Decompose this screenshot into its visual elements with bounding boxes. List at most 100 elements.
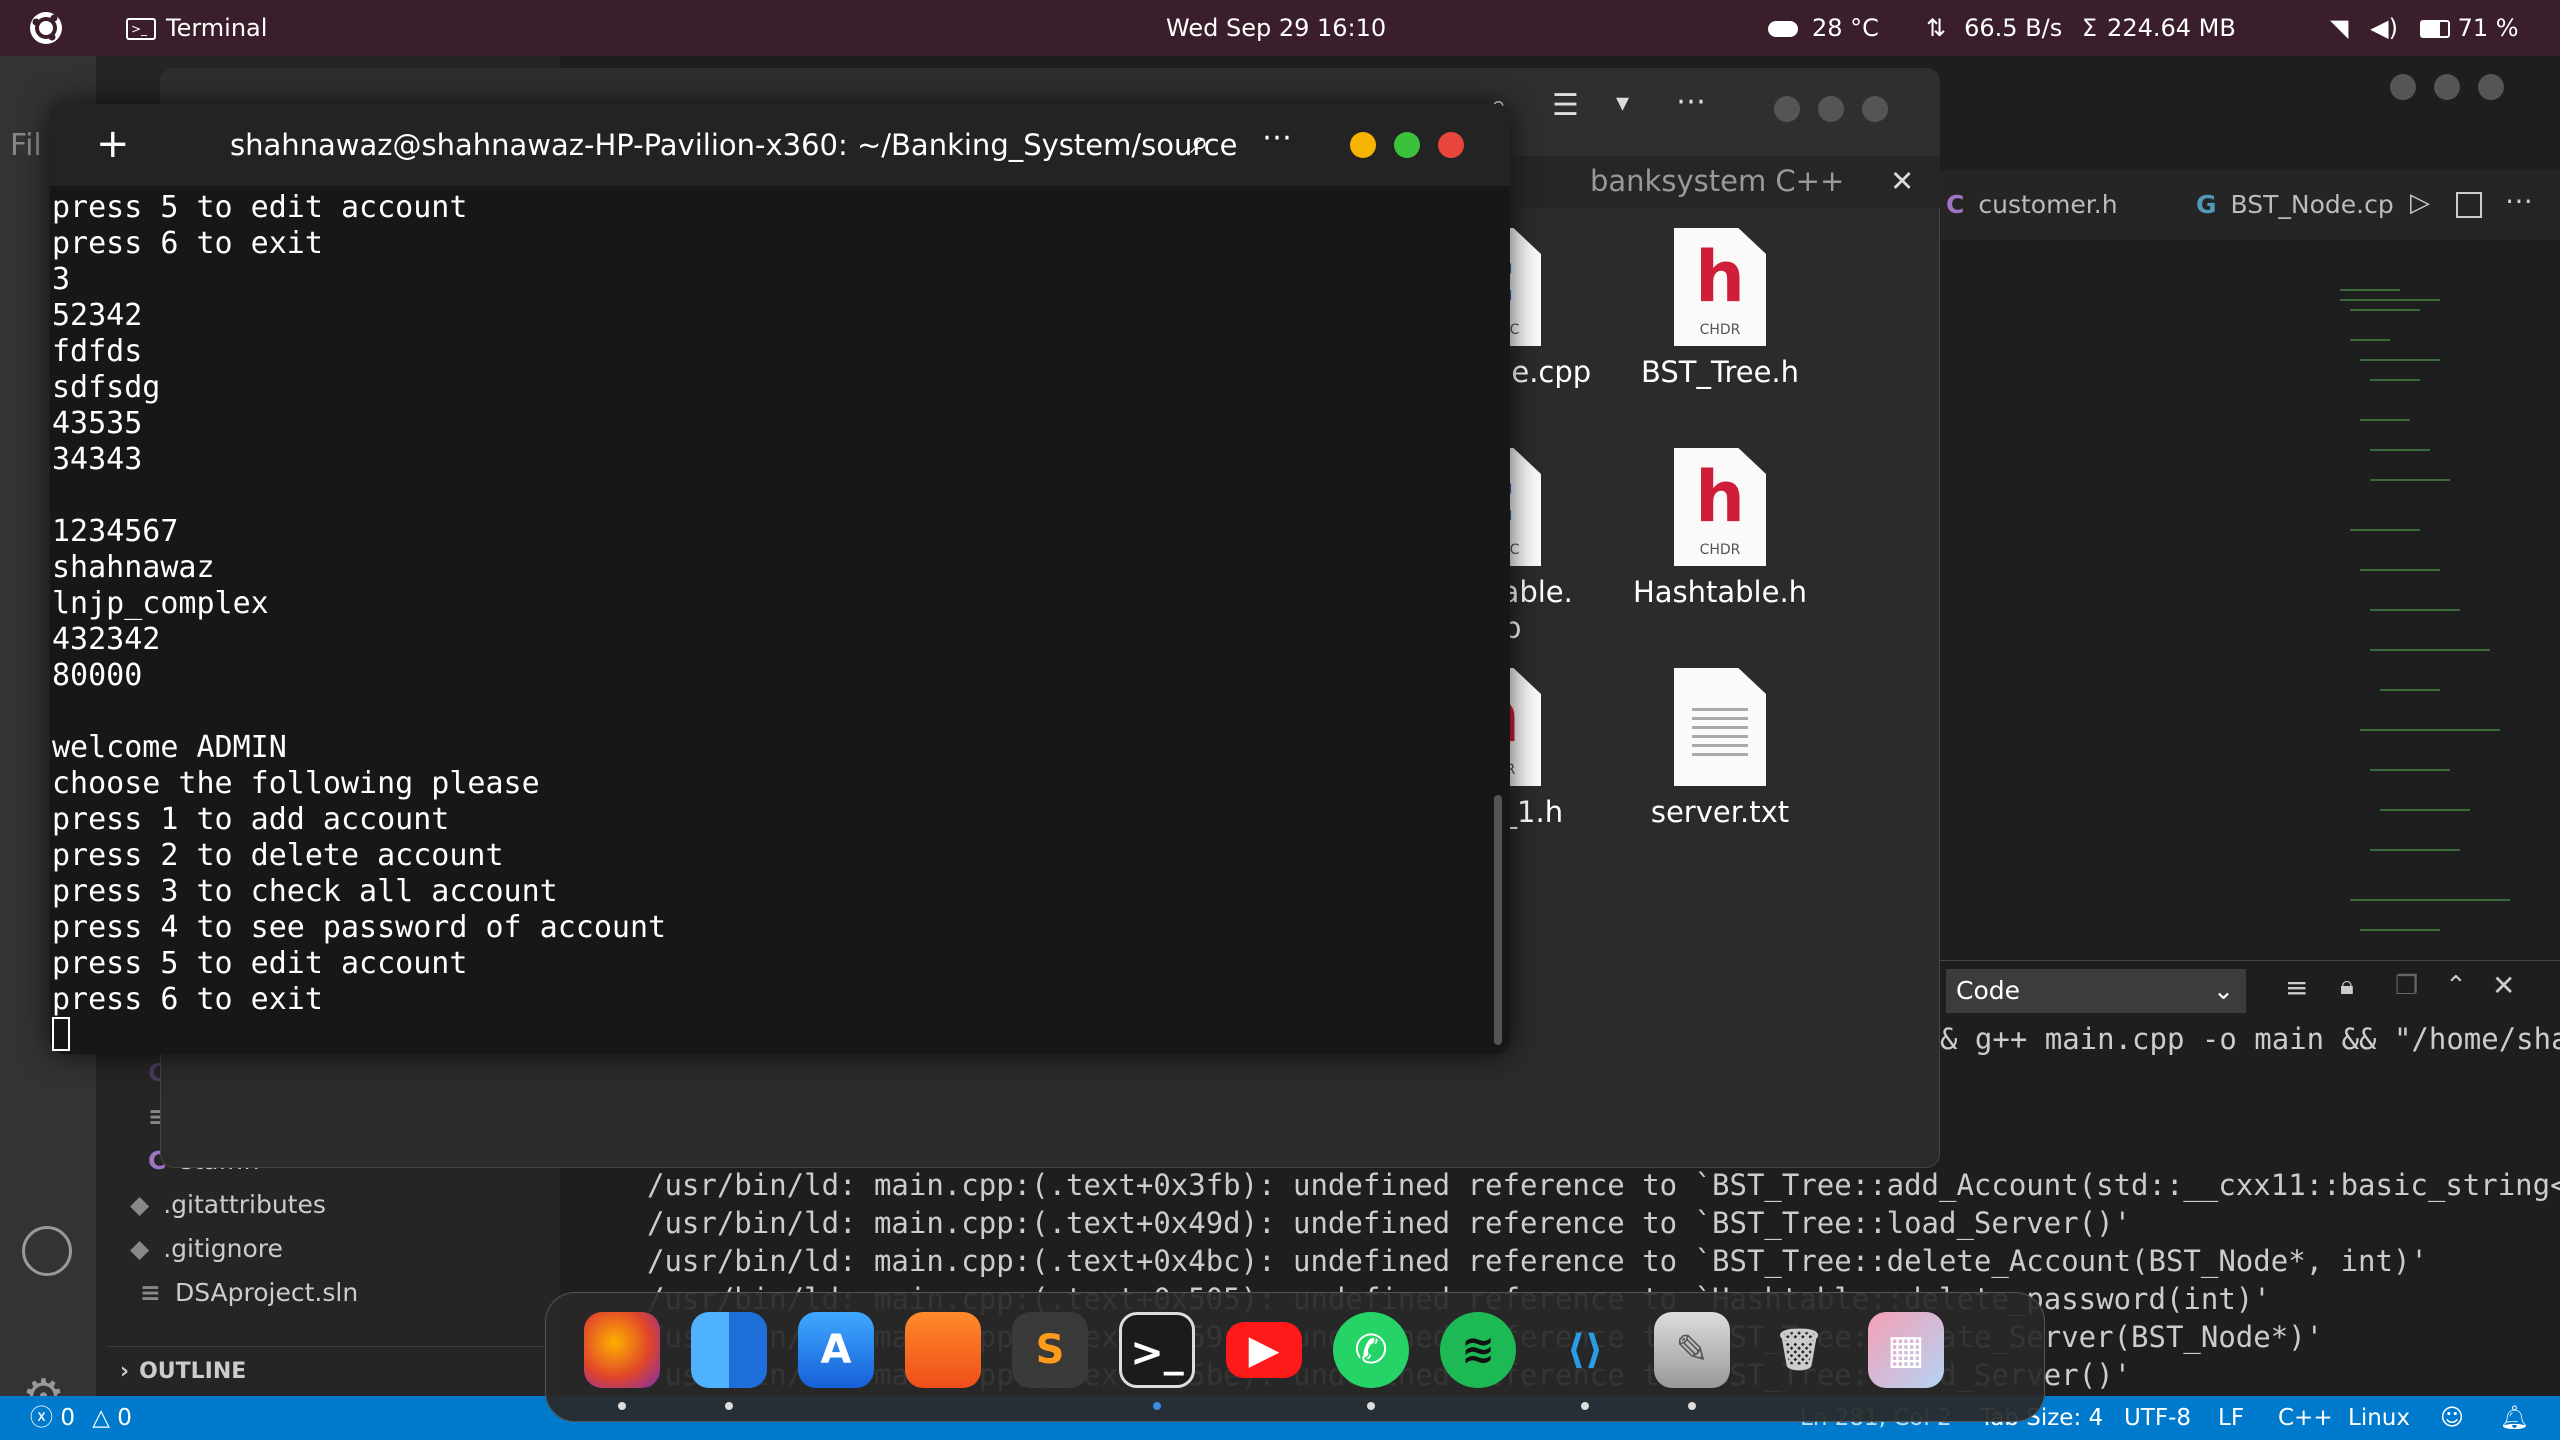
new-tab-plus-icon[interactable]: + [96,122,130,166]
app-store-icon[interactable]: A [798,1312,874,1388]
outline-label: OUTLINE [139,1359,247,1384]
more-actions-icon[interactable]: ⋯ [2505,184,2533,217]
terminal-cursor [52,1017,70,1051]
terminal-output[interactable]: press 5 to edit account press 6 to exit 3 5… [52,190,1492,1050]
terminal-line: shahnawaz [52,550,215,585]
terminal-line: press 1 to add account [52,802,450,837]
file-glyph: h [1695,236,1745,318]
tab-label: customer.h [1978,190,2118,219]
explorer-item[interactable]: ◆ .gitignore [130,1234,283,1263]
vscode-icon[interactable]: ⟨⟩ [1547,1312,1623,1388]
trash-icon[interactable]: 🗑︎ [1761,1312,1837,1388]
running-indicator [1367,1402,1375,1410]
brave-icon[interactable] [905,1312,981,1388]
file-item[interactable]: h CHDR Hashtable.h [1620,448,1820,610]
terminal-select[interactable]: Code ⌄ [1946,969,2246,1013]
file-type-label: CHDR [1699,322,1741,338]
terminal-icon[interactable]: >_ [1119,1312,1195,1388]
list-view-icon[interactable]: ☰ [1552,88,1579,123]
terminal-scrollbar[interactable] [1494,795,1502,1045]
file-menu[interactable]: Fil [10,128,42,163]
feedback-icon[interactable]: ☺ [2440,1396,2464,1440]
platform[interactable]: Linux [2348,1396,2410,1440]
activities-icon[interactable] [26,0,66,56]
sublime-text-icon[interactable]: S [1012,1312,1088,1388]
weather-indicator[interactable]: 28 °C [1768,0,1879,56]
terminal-line: press 4 to see password of account [52,910,667,945]
explorer-item[interactable]: ≡ DSAproject.sln [140,1278,358,1307]
terminal-line: sdfsdg [52,370,161,405]
terminal-line: press 5 to edit account [52,190,468,225]
terminal-line: press 2 to delete account [52,838,504,873]
clear-terminal-icon[interactable]: ≡ [2285,971,2308,1004]
lock-icon[interactable]: 🔒︎ [2340,971,2354,1002]
clock[interactable]: Wed Sep 29 16:10 [1166,0,1386,56]
vscode-minimize-button[interactable] [2390,74,2416,100]
spotify-icon[interactable]: ≋ [1440,1312,1516,1388]
file-item[interactable]: h CHDR BST_Tree.h [1620,228,1820,390]
explorer-item[interactable]: ◆ .gitattributes [130,1190,326,1219]
tab-customer-h[interactable]: Ccustomer.h [1946,170,2118,240]
net-speed: 66.5 B/s [1964,14,2063,42]
file-type-label: CHDR [1699,542,1741,558]
system-menu[interactable]: ◥ ◀) 71 % [2330,0,2519,56]
whatsapp-icon[interactable]: ✆ [1333,1312,1409,1388]
vscode-panel-header: Code ⌄ ≡ 🔒︎ ❐ ⌃ ✕ [1940,960,2560,1020]
split-editor-icon[interactable] [2456,192,2482,218]
maximize-button[interactable] [1818,96,1844,122]
youtube-icon[interactable]: ▶ [1226,1322,1302,1378]
app-menu[interactable]: >_ Terminal [126,0,267,56]
finder-icon[interactable] [691,1312,767,1388]
running-indicator [1153,1402,1161,1410]
terminal-line: 1234567 [52,514,179,549]
header-file-icon: h CHDR [1674,448,1766,566]
vscode-close-button[interactable] [2478,74,2504,100]
tab-label: BST_Node.cp [2230,190,2394,219]
close-button[interactable] [1862,96,1888,122]
running-indicator [1581,1402,1589,1410]
app-grid-icon[interactable]: ▦ [1868,1312,1944,1388]
terminal-close-button[interactable] [1438,132,1464,158]
view-options-icon[interactable]: ▾ [1616,88,1629,118]
terminal-line: press 6 to exit [52,226,323,261]
encoding[interactable]: UTF-8 [2124,1396,2191,1440]
terminal-line: lnjp_complex [52,586,269,621]
close-panel-icon[interactable]: ✕ [2492,969,2515,1002]
chevron-up-icon[interactable]: ⌃ [2445,971,2467,1001]
minimize-button[interactable] [1774,96,1800,122]
text-editor-icon[interactable]: ✎ [1654,1312,1730,1388]
running-indicator [1688,1402,1696,1410]
file-manager-tab[interactable]: banksystem C++ ✕ [1520,156,1940,208]
c-lang-icon: C [1946,190,1965,219]
more-icon[interactable]: ⋯ [1676,84,1706,119]
wifi-icon: ◥ [2330,14,2349,42]
battery-icon [2419,20,2450,38]
terminal-minimize-button[interactable] [1350,132,1376,158]
cpp-lang-icon: G [2196,190,2217,219]
file-item[interactable]: server.txt [1620,668,1820,830]
terminal-line: 43535 [52,406,143,441]
language-mode[interactable]: C++ [2278,1396,2333,1440]
vscode-maximize-button[interactable] [2434,74,2460,100]
firefox-icon[interactable] [584,1312,660,1388]
sigma-icon: Σ [2081,14,2098,42]
volume-icon: ◀) [2370,14,2398,42]
problems-indicator[interactable]: ⓧ 0 △ 0 [30,1396,132,1440]
line-ending[interactable]: LF [2218,1396,2244,1440]
menu-dots-icon[interactable]: ⋯ [1262,120,1292,155]
terminal-maximize-button[interactable] [1394,132,1420,158]
notifications-bell-icon[interactable]: 🔔︎ [2500,1396,2529,1440]
minimap[interactable] [2330,280,2540,960]
top-bar: >_ Terminal Wed Sep 29 16:10 28 °C ⇅ 66.5 … [0,0,2560,56]
copy-icon[interactable]: ❐ [2395,971,2418,1001]
outline-section[interactable]: › OUTLINE [106,1346,560,1396]
terminal-line: 34343 [52,442,143,477]
updown-arrows-icon: ⇅ [1926,14,1947,42]
file-name: BST_Tree.h [1640,355,1800,389]
account-icon[interactable] [22,1226,72,1276]
run-icon[interactable]: ▷ [2410,188,2430,218]
net-indicator[interactable]: ⇅ 66.5 B/s Σ 224.64 MB [1926,0,2236,56]
tab-bst-node[interactable]: G BST_Node.cp [2196,170,2394,240]
close-tab-icon[interactable]: ✕ [1890,164,1914,198]
file-name: server.txt [1650,795,1790,829]
